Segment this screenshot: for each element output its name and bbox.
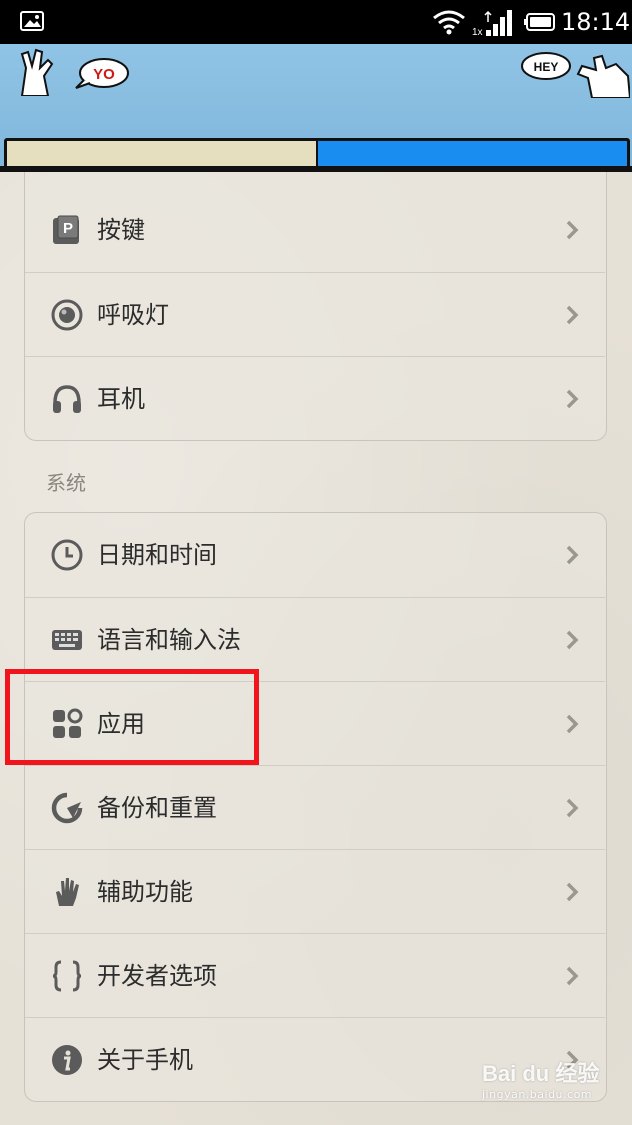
chevron-right-icon <box>566 882 579 902</box>
chevron-right-icon <box>566 714 579 734</box>
settings-item-accessibility[interactable]: 辅助功能 <box>25 849 605 934</box>
settings-item-backup-reset[interactable]: 备份和重置 <box>25 765 605 850</box>
settings-item-developer-options[interactable]: 开发者选项 <box>25 933 605 1018</box>
battery-icon <box>524 13 555 31</box>
key-p-icon: P <box>53 215 79 244</box>
clock-icon <box>51 539 83 571</box>
waving-hand-icon <box>576 54 630 98</box>
chevron-right-icon <box>566 630 579 650</box>
braces-icon <box>52 960 82 992</box>
gallery-icon <box>20 11 44 31</box>
settings-item-keys[interactable]: P 按键 <box>25 188 605 272</box>
status-bar: 1x 18:14 <box>0 0 632 44</box>
settings-item-date-time[interactable]: 日期和时间 <box>25 513 605 597</box>
settings-item-label: 辅助功能 <box>97 878 193 906</box>
hey-text: HEY <box>534 60 559 74</box>
settings-item-breathing-light[interactable]: 呼吸灯 <box>25 272 605 357</box>
settings-item-headphones[interactable]: 耳机 <box>25 356 605 441</box>
settings-item-label: 备份和重置 <box>97 794 217 822</box>
keyboard-icon <box>52 630 82 650</box>
chevron-right-icon <box>566 545 579 565</box>
wifi-icon <box>433 10 465 35</box>
yo-text: YO <box>93 66 115 83</box>
settings-item-label: 呼吸灯 <box>97 301 169 329</box>
hand-icon <box>56 878 79 906</box>
comic-header: YO HEY 常用设置 全部设置 <box>0 44 632 172</box>
watermark-url: jingyan.baidu.com <box>482 1088 593 1101</box>
info-icon <box>52 1045 82 1075</box>
backup-reset-icon <box>51 792 83 824</box>
settings-item-label: 关于手机 <box>97 1046 193 1074</box>
chevron-right-icon <box>566 966 579 986</box>
settings-item-label: 按键 <box>97 216 145 244</box>
settings-item-label: 开发者选项 <box>97 962 217 990</box>
section-title-system: 系统 <box>46 471 86 495</box>
hey-bubble: HEY <box>521 52 571 80</box>
chevron-right-icon <box>566 305 579 325</box>
svg-text:P: P <box>63 220 73 237</box>
chevron-right-icon <box>566 220 579 240</box>
headphones-icon <box>53 385 81 413</box>
chevron-right-icon <box>566 389 579 409</box>
device-settings-group: P 按键 呼吸灯 耳机 <box>24 172 607 441</box>
signal-type-label: 1x <box>472 27 483 38</box>
chevron-right-icon <box>566 798 579 818</box>
baidu-watermark: Bai du 经验 jingyan.baidu.com <box>482 1056 612 1108</box>
settings-item-label: 耳机 <box>97 385 145 413</box>
settings-item-label: 日期和时间 <box>97 541 217 569</box>
watermark-logo: Bai du 经验 <box>482 1061 600 1086</box>
clock-time: 18:14 <box>561 8 631 36</box>
breathing-light-icon <box>51 299 83 331</box>
highlight-box <box>5 669 259 765</box>
signal-icon: 1x <box>472 10 512 38</box>
yo-bubble: YO <box>75 58 129 89</box>
system-settings-group: 日期和时间 语言和输入法 应用 备份和重置 辅助功能 开发者选项 关于手机 <box>24 512 607 1102</box>
